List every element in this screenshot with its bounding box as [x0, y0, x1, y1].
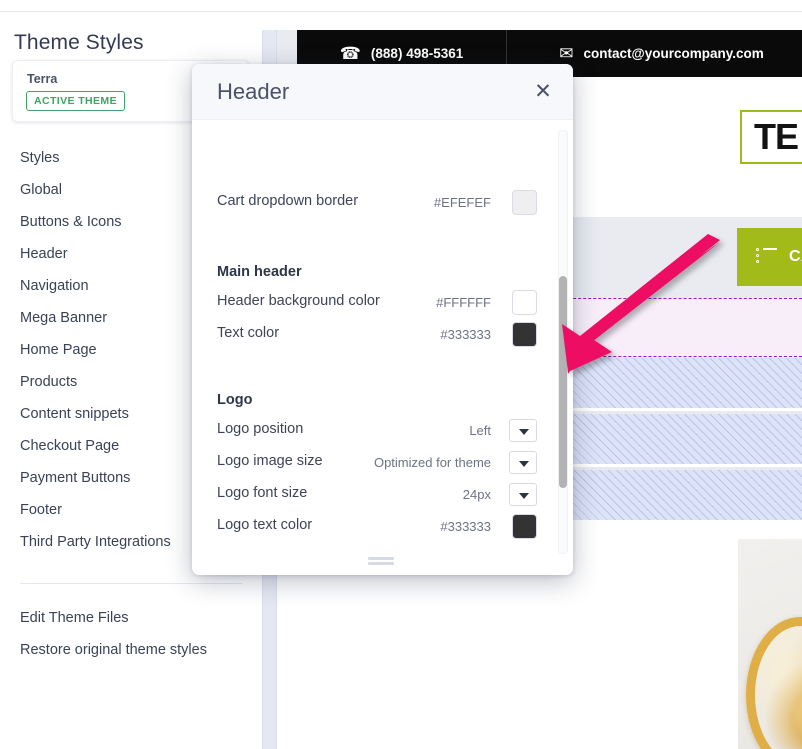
color-swatch[interactable] [512, 322, 537, 347]
color-swatch[interactable] [512, 190, 537, 215]
close-icon[interactable]: ✕ [531, 80, 555, 104]
dialog-header: Header ✕ [192, 64, 573, 120]
setting-value: #333333 [440, 327, 491, 342]
setting-value: #333333 [440, 519, 491, 534]
setting-value: Left [469, 423, 491, 438]
setting-row-logo-position: Logo position Left [217, 416, 537, 448]
dialog-scrollbar-thumb[interactable] [559, 276, 567, 488]
topbar-phone-text: (888) 498-5361 [370, 46, 464, 61]
logo-image-size-dropdown[interactable] [509, 451, 537, 474]
topbar-email-text: contact@yourcompany.com [583, 46, 764, 61]
top-strip [0, 0, 802, 12]
setting-label: Header background color [217, 293, 380, 309]
setting-value: 24px [462, 487, 491, 502]
dialog-body: Cart dropdown border #EFEFEF Main header… [192, 120, 573, 560]
sidebar-item-restore-original-theme-styles[interactable]: Restore original theme styles [0, 634, 262, 666]
theme-name: Terra [27, 72, 58, 86]
telephone-icon: ☎ [339, 44, 361, 63]
product-image [738, 539, 802, 749]
section-heading-main-header: Main header [217, 264, 302, 280]
app-root: ☎ (888) 498-5361 ✉ contact@yourcompany.c… [0, 0, 802, 749]
color-swatch[interactable] [512, 290, 537, 315]
setting-label: Text color [217, 325, 280, 341]
page-title: Theme Styles [14, 31, 144, 54]
setting-label: Cart dropdown border [217, 193, 359, 209]
setting-row-logo-image-size: Logo image size Optimized for theme [217, 448, 537, 480]
status-badge: ACTIVE THEME [26, 91, 125, 111]
preview-categories-label: CAT [789, 248, 802, 265]
preview-categories-button[interactable]: CAT [737, 228, 802, 286]
logo-position-dropdown[interactable] [509, 419, 537, 442]
list-icon [755, 248, 777, 266]
ring-shape [746, 617, 802, 749]
setting-row-logo-text-color: Logo text color #333333 [217, 512, 537, 544]
setting-value: #FFFFFF [436, 295, 491, 310]
setting-label: Logo image size [217, 453, 323, 469]
envelope-icon: ✉ [559, 44, 574, 63]
setting-row-logo-font-size: Logo font size 24px [217, 480, 537, 512]
setting-value: Optimized for theme [373, 455, 491, 470]
preview-logo: TE [740, 110, 802, 164]
setting-value: #EFEFEF [433, 195, 491, 210]
setting-label: Logo font size [217, 485, 308, 501]
sidebar-divider [20, 583, 242, 584]
section-heading-logo: Logo [217, 392, 253, 408]
header-settings-dialog: Header ✕ Cart dropdown border #EFEFEF Ma… [192, 64, 573, 575]
setting-row-header-background-color: Header background color #FFFFFF [217, 288, 537, 320]
sidebar-item-edit-theme-files[interactable]: Edit Theme Files [0, 602, 262, 634]
dialog-resize-handle[interactable] [368, 557, 394, 566]
setting-row-cart-dropdown-border: Cart dropdown border #EFEFEF [217, 188, 537, 220]
preview-logo-text: TE [754, 116, 799, 157]
logo-font-size-dropdown[interactable] [509, 483, 537, 506]
setting-label: Logo position [217, 421, 304, 437]
sidebar-secondary-nav: Edit Theme Files Restore original theme … [0, 602, 262, 666]
color-swatch[interactable] [512, 514, 537, 539]
setting-label: Logo text color [217, 517, 313, 533]
setting-row-text-color: Text color #333333 [217, 320, 537, 352]
dialog-title: Header [217, 79, 290, 104]
